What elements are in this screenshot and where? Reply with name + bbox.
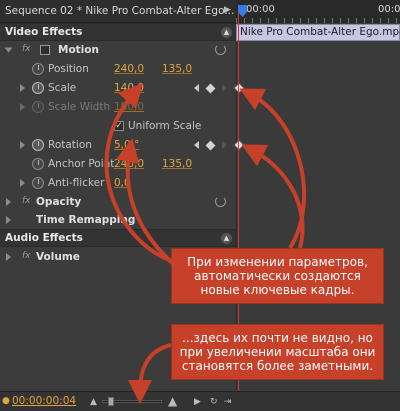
time-remapping-label: Time Remapping	[36, 214, 136, 226]
motion-transform-icon[interactable]	[40, 45, 50, 55]
scale-width-row: Scale Width 100,0	[0, 98, 236, 117]
anti-flicker-value[interactable]: 0,0	[114, 177, 131, 189]
position-label: Position	[48, 63, 89, 75]
time-remapping-row[interactable]: Time Remapping	[0, 211, 236, 230]
anchor-y-value[interactable]: 135,0	[162, 158, 192, 170]
effect-controls-panel: Sequence 02 * Nike Pro Combat-Alter Ego.…	[0, 0, 400, 411]
motion-label: Motion	[58, 44, 99, 56]
uniform-scale-label: Uniform Scale	[128, 120, 202, 132]
collapse-up-icon[interactable]: ▲	[221, 27, 232, 38]
panel-footer: ● 00:00:00:04 ▲ ▲ ▶ ↻ ⇥	[0, 391, 400, 411]
add-keyframe-icon[interactable]	[205, 83, 216, 94]
expand-triangle-icon[interactable]	[6, 198, 11, 206]
rotation-label: Rotation	[48, 139, 92, 151]
uniform-scale-row: ✓ Uniform Scale	[0, 117, 236, 136]
fx-icon[interactable]: fx	[22, 251, 31, 261]
expand-triangle-icon[interactable]	[20, 103, 25, 111]
previous-keyframe-icon[interactable]	[194, 141, 199, 149]
collapse-up-icon[interactable]: ▲	[221, 233, 232, 244]
panel-header: Sequence 02 * Nike Pro Combat-Alter Ego.…	[0, 0, 400, 23]
previous-keyframe-icon[interactable]	[194, 84, 199, 92]
stopwatch-icon[interactable]	[32, 82, 44, 94]
zoom-callout: ...здесь их почти не видно, но при увели…	[171, 324, 384, 380]
add-keyframe-icon[interactable]	[205, 140, 216, 151]
uniform-scale-checkbox[interactable]: ✓	[114, 121, 124, 131]
expand-triangle-icon[interactable]	[6, 253, 11, 261]
expand-triangle-icon[interactable]	[6, 216, 11, 224]
stopwatch-icon[interactable]	[32, 177, 44, 189]
ruler-ticks	[236, 18, 400, 23]
ruler-end-time: 00:00	[378, 4, 400, 15]
timeline-ruler[interactable]: 00:00 00:00	[236, 0, 400, 23]
reset-icon[interactable]	[215, 196, 226, 207]
scale-label: Scale	[48, 82, 77, 94]
play-audio-icon[interactable]: ▶	[194, 397, 201, 407]
anti-flicker-row: Anti-flicker 0,0	[0, 174, 236, 193]
opacity-row[interactable]: fx Opacity	[0, 193, 236, 212]
fx-icon[interactable]: fx	[22, 44, 31, 54]
playhead-marker-icon[interactable]	[238, 5, 247, 17]
anti-flicker-label: Anti-flicker	[48, 177, 105, 189]
arrow-to-zoom-slider	[128, 343, 172, 404]
position-y-value[interactable]: 135,0	[162, 63, 192, 75]
rotation-row: Rotation 5,0 °	[0, 136, 236, 155]
opacity-label: Opacity	[36, 196, 82, 208]
anchor-point-label: Anchor Point	[48, 158, 115, 170]
fx-icon[interactable]: fx	[22, 196, 31, 206]
rotation-value[interactable]: 5,0 °	[114, 139, 139, 151]
volume-label: Volume	[36, 251, 80, 263]
scale-value[interactable]: 140,0	[114, 82, 144, 94]
loop-icon[interactable]: ↻	[210, 397, 218, 407]
next-keyframe-icon[interactable]	[222, 141, 227, 149]
stopwatch-icon	[32, 101, 44, 113]
position-x-value[interactable]: 240,0	[114, 63, 144, 75]
clip-bar[interactable]: Nike Pro Combat-Alter Ego.mp4	[236, 24, 400, 41]
position-row: Position 240,0 135,0	[0, 60, 236, 79]
current-timecode[interactable]: 00:00:00:04	[12, 395, 76, 407]
keyframes-callout: При изменении параметров, автоматически …	[171, 248, 384, 304]
zoom-in-icon[interactable]: ▲	[168, 394, 177, 408]
zoom-out-icon[interactable]: ▲	[90, 397, 97, 407]
ruler-start-time: 00:00	[246, 4, 275, 15]
stopwatch-icon[interactable]	[32, 139, 44, 151]
expand-triangle-icon[interactable]	[20, 84, 25, 92]
export-icon[interactable]: ⇥	[224, 397, 232, 407]
clip-name: Nike Pro Combat-Alter Ego.mp4	[240, 26, 400, 38]
scale-width-value: 100,0	[114, 101, 145, 113]
expand-triangle-icon[interactable]	[4, 47, 13, 53]
video-effects-header: Video Effects ▲	[0, 23, 236, 41]
zoom-slider-thumb[interactable]	[108, 397, 114, 406]
next-keyframe-icon[interactable]	[222, 84, 227, 92]
scale-width-label: Scale Width	[48, 101, 111, 113]
expand-triangle-icon[interactable]	[20, 179, 25, 187]
video-effects-title: Video Effects	[5, 26, 83, 38]
stopwatch-icon[interactable]	[32, 158, 44, 170]
anchor-point-row: Anchor Point 240,0 135,0	[0, 155, 236, 174]
anchor-x-value[interactable]: 240,0	[114, 158, 144, 170]
timecode-clock-icon: ●	[2, 396, 10, 406]
reset-icon[interactable]	[215, 44, 226, 55]
expand-triangle-icon[interactable]	[20, 141, 25, 149]
show-timeline-toggle-icon[interactable]: ▶	[224, 5, 232, 17]
motion-row[interactable]: fx Motion	[0, 41, 236, 60]
scale-row: Scale 140,0	[0, 79, 236, 98]
audio-effects-header: Audio Effects ▲	[0, 229, 236, 247]
audio-effects-title: Audio Effects	[5, 232, 83, 244]
stopwatch-icon[interactable]	[32, 63, 44, 75]
sequence-title: Sequence 02 * Nike Pro Combat-Alter Ego.…	[5, 5, 235, 17]
